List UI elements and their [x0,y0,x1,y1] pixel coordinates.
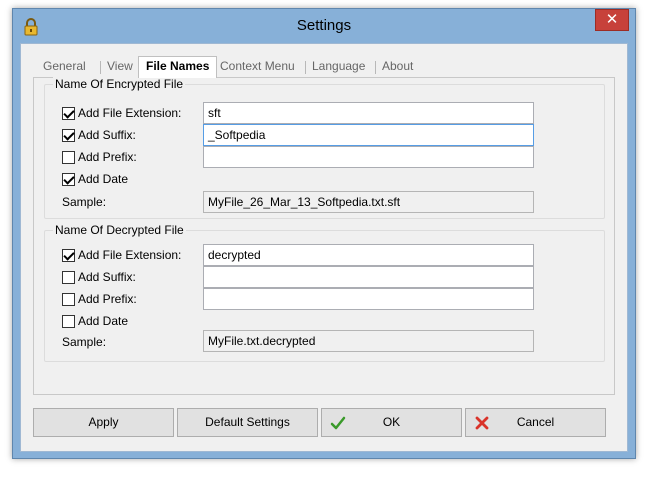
tab-file-names[interactable]: File Names [138,56,218,78]
enc-prefix-checkbox[interactable] [62,151,75,164]
tab-separator [100,61,101,74]
enc-ext-label: Add File Extension: [78,106,182,120]
enc-suffix-input[interactable]: _Softpedia [203,124,534,146]
dec-prefix-checkbox[interactable] [62,293,75,306]
ok-label: OK [382,415,401,429]
enc-ext-input[interactable]: sft [203,102,534,124]
dec-ext-input[interactable]: decrypted [203,244,534,266]
tab-separator [375,61,376,74]
decrypted-file-group: Name Of Decrypted File Add File Extensio… [44,223,605,362]
dec-date-checkbox[interactable] [62,315,75,328]
tab-context-menu[interactable]: Context Menu [220,59,295,73]
enc-sample-output: MyFile_26_Mar_13_Softpedia.txt.sft [203,191,534,213]
tab-view[interactable]: View [107,59,133,73]
cross-icon [475,416,489,430]
dec-ext-label: Add File Extension: [78,248,182,262]
dec-prefix-label: Add Prefix: [78,292,137,306]
tab-language[interactable]: Language [312,59,365,73]
enc-prefix-input[interactable] [203,146,534,168]
dec-suffix-input[interactable] [203,266,534,288]
enc-prefix-label: Add Prefix: [78,150,137,164]
tab-about[interactable]: About [382,59,413,73]
group-title-decrypted: Name Of Decrypted File [53,223,186,237]
tab-separator [305,61,306,74]
close-icon: ✕ [605,11,619,28]
enc-date-checkbox[interactable] [62,173,75,186]
enc-suffix-checkbox[interactable] [62,129,75,142]
dec-ext-checkbox[interactable] [62,249,75,262]
close-button[interactable]: ✕ [595,9,629,31]
group-title-encrypted: Name Of Encrypted File [53,77,186,91]
enc-sample-label: Sample: [62,195,107,209]
apply-label: Apply [88,415,119,429]
dec-suffix-checkbox[interactable] [62,271,75,284]
enc-suffix-label: Add Suffix: [78,128,136,142]
dec-date-label: Add Date [78,314,129,328]
ok-button[interactable]: OK [321,408,462,437]
default-settings-button[interactable]: Default Settings [177,408,318,437]
checkmark-icon [330,416,346,430]
dec-suffix-label: Add Suffix: [78,270,136,284]
encrypted-file-group: Name Of Encrypted File Add File Extensio… [44,77,605,219]
default-settings-label: Default Settings [205,415,290,429]
window-title: Settings [296,17,352,34]
enc-ext-checkbox[interactable] [62,107,75,120]
settings-window: Settings ✕ General View File Names Conte… [12,8,636,459]
dec-prefix-input[interactable] [203,288,534,310]
cancel-button[interactable]: Cancel [465,408,606,437]
dialog-client-area: General View File Names Context Menu Lan… [20,43,628,452]
dec-sample-label: Sample: [62,335,107,349]
title-bar[interactable]: Settings ✕ [13,9,635,43]
apply-button[interactable]: Apply [33,408,174,437]
enc-date-label: Add Date [78,172,129,186]
dec-sample-output: MyFile.txt.decrypted [203,330,534,352]
tab-general[interactable]: General [43,59,86,73]
cancel-label: Cancel [516,415,555,429]
tab-panel-file-names: Name Of Encrypted File Add File Extensio… [33,77,615,395]
